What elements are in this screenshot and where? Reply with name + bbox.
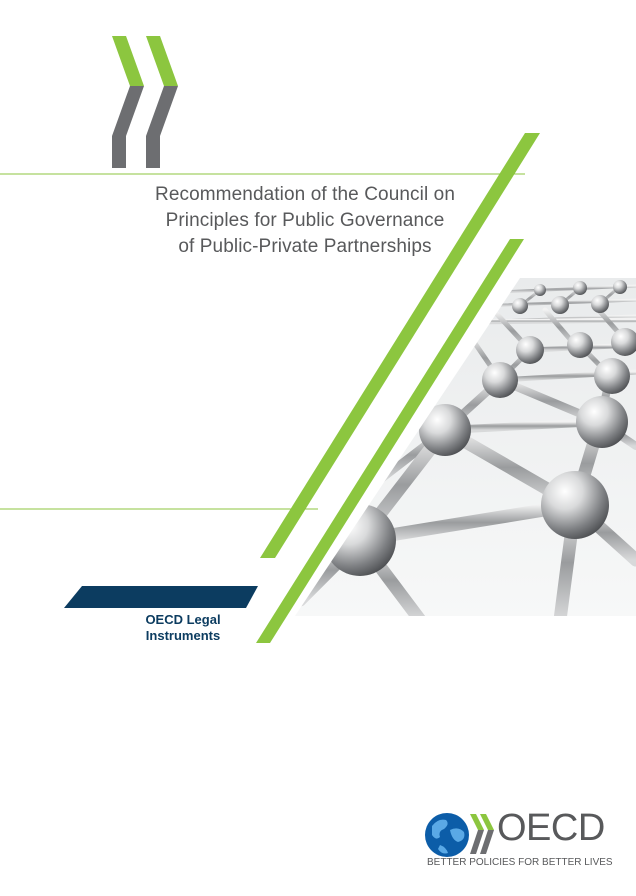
document-cover: Recommendation of the Council on Princip… bbox=[0, 0, 636, 896]
cover-artwork bbox=[0, 36, 636, 857]
series-line: OECD Legal bbox=[145, 612, 221, 627]
oecd-tagline: BETTER POLICIES FOR BETTER LIVES bbox=[427, 857, 613, 868]
document-title: Recommendation of the Council on Princip… bbox=[120, 182, 490, 260]
series-banner bbox=[64, 586, 258, 608]
title-line: of Public-Private Partnerships bbox=[178, 236, 432, 257]
series-label: OECD Legal Instruments bbox=[118, 612, 248, 644]
series-line: Instruments bbox=[145, 628, 221, 643]
title-line: Principles for Public Governance bbox=[165, 210, 445, 231]
oecd-wordmark: OECD bbox=[497, 807, 605, 849]
oecd-chevrons-logo bbox=[112, 36, 178, 168]
oecd-globe-logo bbox=[425, 813, 494, 857]
title-line: Recommendation of the Council on bbox=[155, 184, 455, 205]
